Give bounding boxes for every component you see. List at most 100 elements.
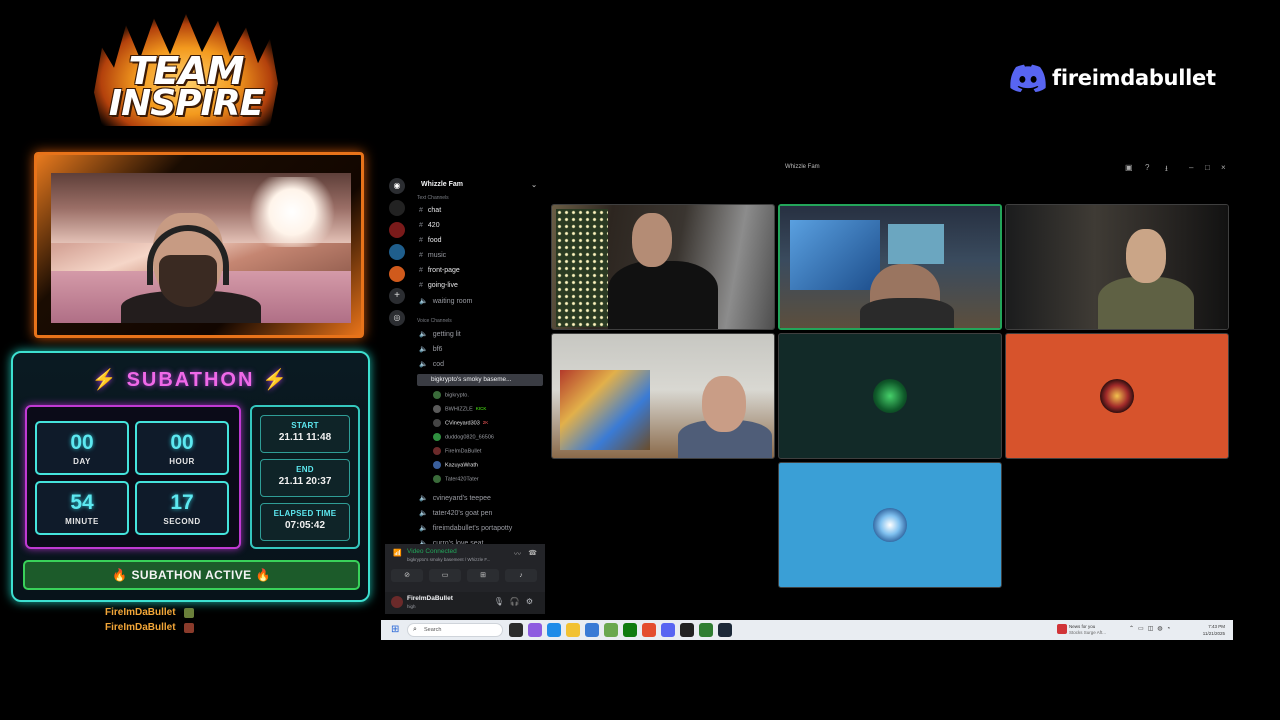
gear-icon[interactable]: ⚙: [526, 597, 539, 606]
discord-icon[interactable]: [661, 623, 675, 637]
app-icon[interactable]: [699, 623, 713, 637]
server-rail: ◉ + ◎: [389, 178, 407, 328]
info-label: START: [291, 421, 319, 430]
video-tile-avatar[interactable]: [778, 333, 1002, 459]
discord-home-icon[interactable]: ◉: [389, 178, 405, 194]
voice-member[interactable]: bigkrypto.: [433, 391, 469, 399]
lightning-icon: ⚡: [91, 369, 119, 391]
taskbar-clock[interactable]: 7:43 PM 11/21/2025: [1203, 623, 1225, 637]
steam-icon[interactable]: [718, 623, 732, 637]
voice-channel[interactable]: 🔈 getting lit: [419, 330, 461, 338]
microphone-icon[interactable]: 🎙: [494, 597, 510, 606]
category-voice-channels[interactable]: Voice Channels: [417, 318, 452, 324]
video-tile[interactable]: [551, 204, 775, 330]
channel-waiting-room[interactable]: 🔈 waiting room: [419, 297, 472, 305]
search-icon: ⌕: [413, 626, 417, 633]
copilot-icon[interactable]: [528, 623, 542, 637]
elapsed-time: ELAPSED TIME 07:05:42: [260, 503, 350, 541]
inbox-icon[interactable]: ▣: [1125, 163, 1133, 172]
voice-channel[interactable]: 🔈 cod: [419, 360, 444, 368]
user-panel: FireImDaBullet high 🎙🎧⚙: [385, 592, 545, 614]
video-tile-speaking[interactable]: [778, 204, 1002, 330]
voice-member[interactable]: CVineyard303 2K: [433, 419, 488, 427]
voice-member[interactable]: Tater420Tater: [433, 475, 479, 483]
channel-420[interactable]: #420: [419, 222, 440, 229]
discord-brand: fireimdabullet: [1010, 64, 1216, 92]
voice-channel[interactable]: 🔈 bf6: [419, 345, 442, 353]
timer-label: MINUTE: [65, 517, 99, 526]
channel-food[interactable]: # food: [419, 237, 442, 244]
server-icon[interactable]: [389, 244, 405, 260]
camera-off-button[interactable]: ⊘: [391, 569, 423, 582]
avatar[interactable]: [391, 596, 403, 608]
start-time: START 21.11 11:48: [260, 415, 350, 453]
windows-taskbar: ⊞ ⌕ Search News for you Stocks Surge Aft…: [381, 620, 1233, 640]
voice-location[interactable]: bigkrypto's smoky basement / Whizzle F..…: [407, 557, 490, 562]
news-title: News for you: [1069, 624, 1096, 629]
user-controls: 🎙🎧⚙: [494, 597, 539, 606]
screen-share-button[interactable]: ▭: [429, 569, 461, 582]
category-text-channels[interactable]: Text Channels: [417, 195, 449, 201]
voice-member[interactable]: duddog0820_66506: [433, 433, 494, 441]
chevron-down-icon: ⌄: [531, 182, 537, 189]
timer-value: 17: [170, 491, 194, 514]
voice-channel[interactable]: 🔈 fireimdabullet's portapotty: [419, 524, 512, 532]
headphones-icon[interactable]: 🎧: [510, 597, 526, 606]
xbox-icon[interactable]: [623, 623, 637, 637]
video-tile-avatar[interactable]: [778, 462, 1002, 588]
logo-line-2: INSPIRE: [108, 83, 265, 124]
file-explorer-icon[interactable]: [566, 623, 580, 637]
taskbar-search[interactable]: ⌕ Search: [407, 623, 503, 637]
event-row: FireImDaBullet: [105, 620, 194, 635]
server-icon[interactable]: [389, 222, 405, 238]
minimize-icon[interactable]: –: [1189, 163, 1193, 172]
person-body: [1098, 277, 1194, 329]
voice-channel[interactable]: 🔈 tater420's goat pen: [419, 509, 492, 517]
active-voice-channel[interactable]: bigkrypto's smoky baseme...: [417, 374, 543, 386]
server-icon[interactable]: [389, 200, 405, 216]
news-widget[interactable]: News for you Stocks Surge Aft...: [1057, 623, 1119, 637]
chrome-icon[interactable]: [642, 623, 656, 637]
discord-logo-icon: [1010, 64, 1046, 92]
event-row: FireImDaBullet: [105, 605, 194, 620]
voice-member[interactable]: FireImDaBullet: [433, 447, 481, 455]
help-icon[interactable]: ?: [1145, 163, 1149, 172]
video-tile[interactable]: [551, 333, 775, 459]
user-status: high: [407, 604, 416, 609]
user-avatar: [873, 379, 907, 413]
username: FireImDaBullet: [407, 595, 453, 602]
voice-member[interactable]: BWHIZZLE KICK: [433, 405, 486, 413]
noise-suppression-icon[interactable]: 〰: [514, 549, 521, 559]
voice-channel[interactable]: 🔈 cvineyard's teepee: [419, 494, 491, 502]
soundboard-button[interactable]: ♪: [505, 569, 537, 582]
server-header[interactable]: Whizzle Fam ⌄: [415, 178, 543, 192]
clock-time: 7:43 PM: [1208, 624, 1225, 629]
video-tile-avatar[interactable]: [1005, 333, 1229, 459]
webcam-feed: [51, 173, 351, 323]
video-tile[interactable]: [1005, 204, 1229, 330]
close-icon[interactable]: ×: [1221, 163, 1226, 172]
photos-icon[interactable]: [604, 623, 618, 637]
windows-start-icon[interactable]: ⊞: [391, 625, 401, 635]
edge-icon[interactable]: [547, 623, 561, 637]
info-value: 21.11 20:37: [278, 476, 332, 487]
store-icon[interactable]: [585, 623, 599, 637]
voice-member[interactable]: KazuyaWrath: [433, 461, 478, 469]
channel-going-live[interactable]: # going-live: [419, 282, 458, 289]
channel-front-page[interactable]: # front-page: [419, 267, 460, 274]
add-server-icon[interactable]: +: [389, 288, 405, 304]
task-view-icon[interactable]: [509, 623, 523, 637]
download-icon[interactable]: ⭳: [1165, 163, 1168, 177]
obs-icon[interactable]: [680, 623, 694, 637]
timer-value: 00: [70, 431, 94, 454]
maximize-icon[interactable]: □: [1205, 163, 1210, 172]
countdown-timer: 00 DAY 00 HOUR 54 MINUTE 17 SECOND: [25, 405, 241, 549]
discover-icon[interactable]: ◎: [389, 310, 405, 326]
disconnect-icon[interactable]: ☎: [528, 549, 537, 557]
window-title: Whizzle Fam: [785, 164, 820, 170]
channel-music[interactable]: # music: [419, 252, 446, 259]
system-tray[interactable]: ⌃▭◫◍◔: [1129, 625, 1174, 632]
activities-button[interactable]: ⊞: [467, 569, 499, 582]
server-icon[interactable]: [389, 266, 405, 282]
channel-chat[interactable]: # chat: [419, 207, 441, 214]
